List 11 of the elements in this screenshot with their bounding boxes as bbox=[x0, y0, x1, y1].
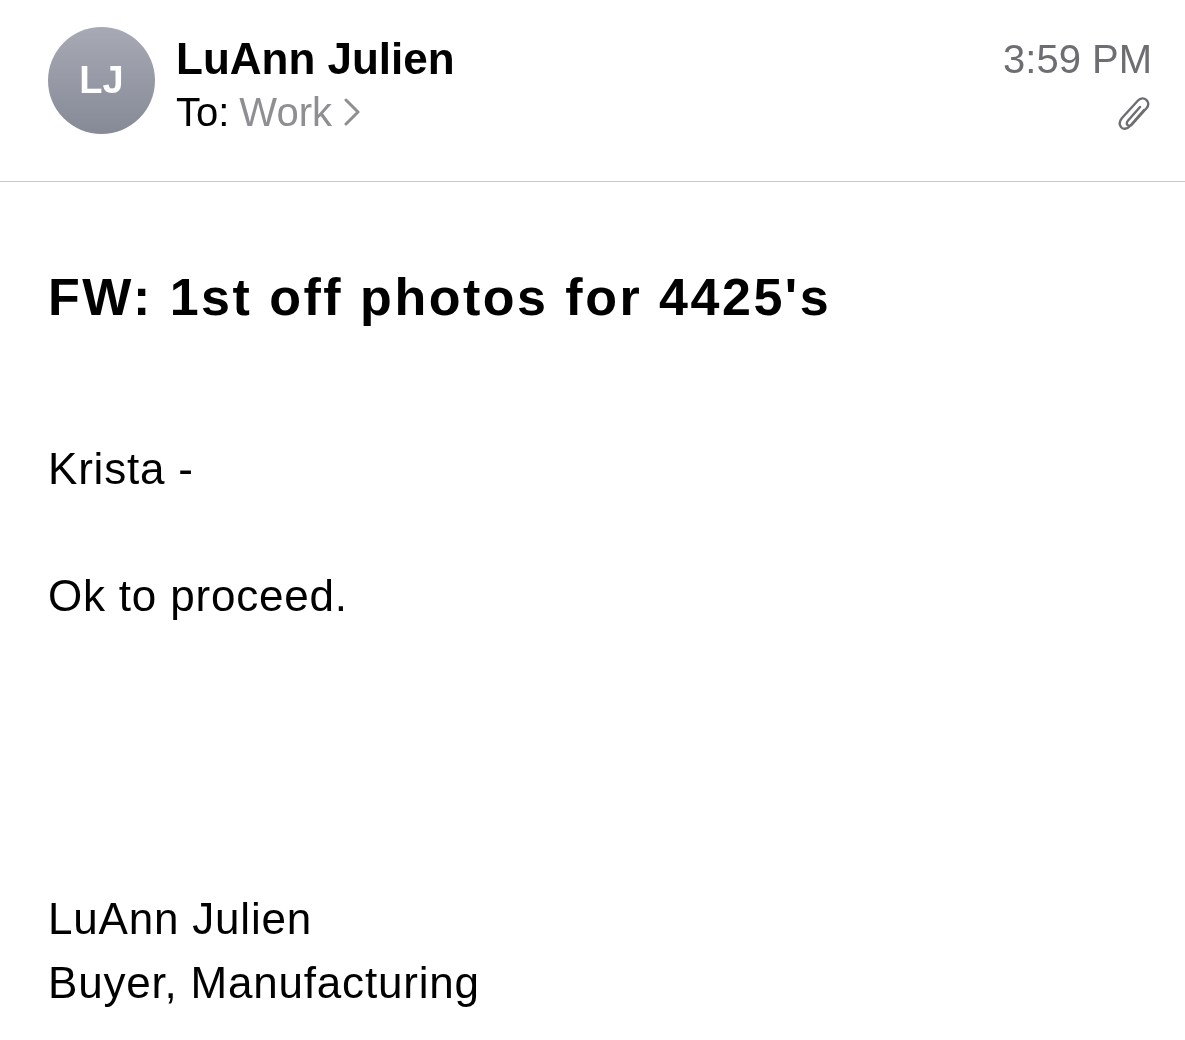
message-time: 3:59 PM bbox=[1003, 36, 1152, 82]
chevron-right-icon[interactable] bbox=[343, 98, 360, 126]
signature-line: Buyer, Manufacturing bbox=[48, 957, 481, 1009]
greeting-text: Krista - bbox=[48, 443, 195, 495]
signature-line: LuAnn Julien bbox=[48, 893, 314, 945]
recipient-label: To: bbox=[176, 89, 230, 135]
recipient-value[interactable]: Work bbox=[239, 89, 332, 135]
sender-name: LuAnn Julien bbox=[176, 34, 456, 84]
message-text: Ok to proceed. bbox=[48, 570, 349, 622]
sender-avatar: LJ bbox=[48, 27, 155, 134]
email-subject: FW: 1st off photos for 4425's bbox=[48, 267, 833, 327]
